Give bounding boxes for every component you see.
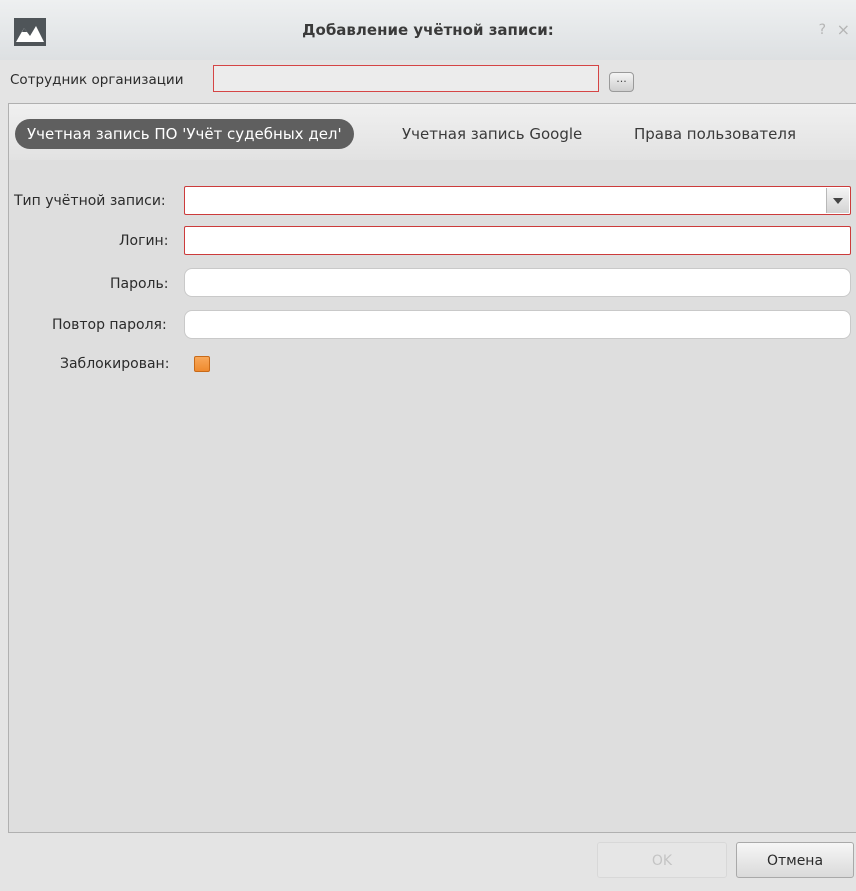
title-bar: Добавление учётной записи: ? ×	[0, 0, 856, 60]
close-icon[interactable]: ×	[837, 20, 850, 39]
tab-user-rights[interactable]: Права пользователя	[634, 119, 796, 149]
employee-field[interactable]	[213, 65, 599, 92]
tab-account-software[interactable]: Учетная запись ПО 'Учёт судебных дел'	[15, 119, 354, 149]
tab-account-google[interactable]: Учетная запись Google	[402, 119, 582, 149]
dialog-footer	[8, 833, 856, 891]
help-icon[interactable]: ?	[819, 22, 826, 38]
chevron-down-icon[interactable]	[826, 188, 849, 213]
browse-employee-button[interactable]: ...	[609, 72, 634, 92]
window-title: Добавление учётной записи:	[302, 21, 554, 39]
blocked-checkbox[interactable]	[194, 356, 210, 372]
login-label: Логин:	[119, 233, 169, 249]
password-label: Пароль:	[110, 276, 169, 292]
password-field[interactable]	[184, 268, 851, 297]
employee-label: Сотрудник организации	[10, 72, 184, 88]
tab-bar: Учетная запись ПО 'Учёт судебных дел' Уч…	[8, 103, 856, 160]
password-repeat-field[interactable]	[184, 310, 851, 339]
tab-content-panel	[8, 160, 856, 833]
cancel-button[interactable]: Отмена	[736, 842, 854, 878]
ok-button[interactable]: OK	[597, 842, 727, 878]
account-type-select[interactable]	[184, 186, 851, 215]
password-repeat-label: Повтор пароля:	[52, 317, 167, 333]
login-field[interactable]	[184, 226, 851, 255]
blocked-label: Заблокирован:	[60, 356, 170, 372]
account-type-label: Тип учётной записи:	[14, 193, 166, 209]
